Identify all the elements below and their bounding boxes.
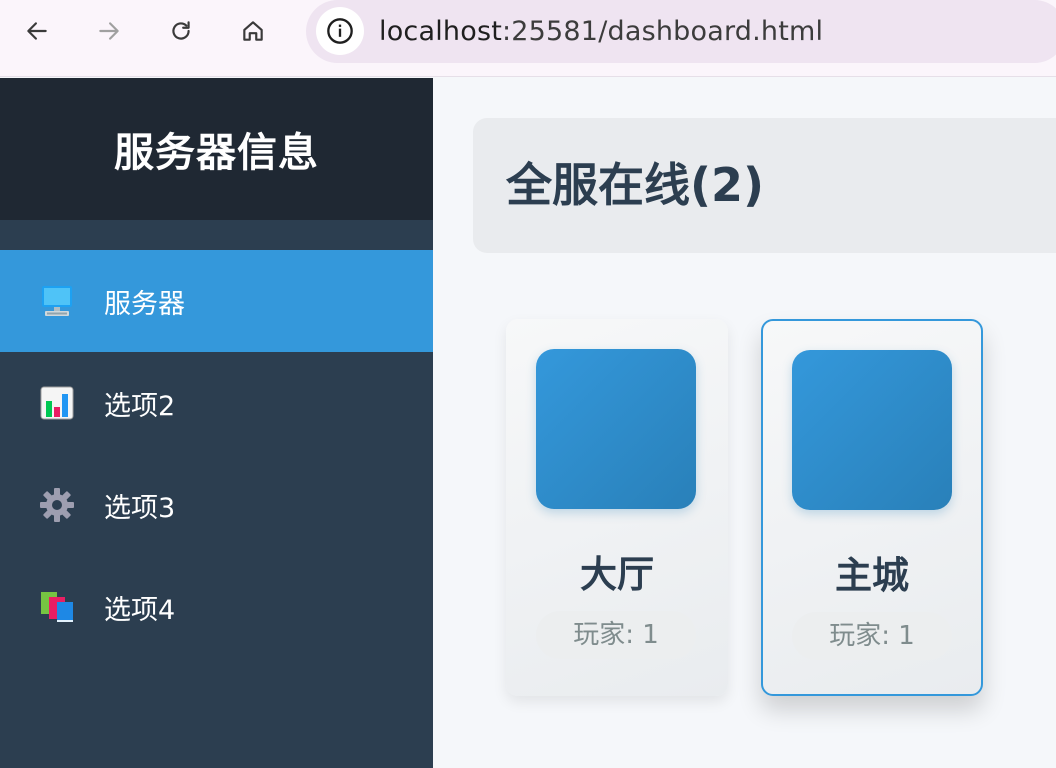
sidebar-header: 服务器信息 [0, 78, 433, 220]
site-info-button[interactable] [316, 7, 364, 55]
reload-button[interactable] [160, 10, 202, 52]
sidebar-item-option4[interactable]: 选项4 [0, 556, 433, 658]
sidebar-title: 服务器信息 [114, 130, 319, 176]
server-card-player-count: 玩家: 1 [536, 611, 696, 659]
server-card[interactable]: 大厅 玩家: 1 [506, 319, 728, 696]
browser-toolbar: localhost:25581/dashboard.html [0, 0, 1056, 77]
gear-icon [38, 486, 76, 524]
arrow-right-icon [99, 22, 119, 40]
books-icon [38, 588, 76, 626]
forward-button[interactable] [88, 10, 130, 52]
info-icon [327, 18, 353, 44]
sidebar-menu: 服务器 选项2 选项3 选项4 [0, 250, 433, 658]
sidebar-item-option3[interactable]: 选项3 [0, 454, 433, 556]
url-text[interactable]: localhost:25581/dashboard.html [379, 0, 823, 63]
page-title: 全服在线(2) [506, 158, 765, 212]
sidebar-item-option2[interactable]: 选项2 [0, 352, 433, 454]
sidebar-item-label: 服务器 [104, 288, 185, 320]
server-card-tile [792, 350, 952, 510]
sidebar-item-label: 选项2 [104, 390, 176, 422]
address-bar[interactable]: localhost:25581/dashboard.html [306, 0, 1056, 63]
server-card-name: 大厅 [580, 553, 654, 596]
server-card[interactable]: 主城 玩家: 1 [761, 319, 983, 696]
server-card-name: 主城 [835, 554, 909, 597]
url-path: :25581/dashboard.html [502, 16, 824, 47]
home-icon [243, 21, 263, 41]
sidebar-item-label: 选项4 [104, 594, 176, 626]
sidebar-item-label: 选项3 [104, 492, 176, 524]
sidebar-item-servers[interactable]: 服务器 [0, 250, 433, 352]
reload-icon [172, 21, 190, 40]
arrow-left-icon [27, 22, 47, 40]
server-card-tile [536, 349, 696, 509]
home-button[interactable] [232, 10, 274, 52]
sidebar: 服务器信息 服务器 选项2 选项3 选项4 [0, 78, 433, 768]
server-card-player-count: 玩家: 1 [792, 612, 952, 660]
url-host: localhost [379, 16, 502, 47]
back-button[interactable] [16, 10, 58, 52]
page-header: 全服在线(2) [473, 118, 1056, 253]
bar-chart-icon [38, 384, 76, 422]
computer-icon [38, 282, 76, 320]
main-content: 全服在线(2) 大厅 玩家: 1 主城 玩家: 1 [433, 78, 1056, 768]
